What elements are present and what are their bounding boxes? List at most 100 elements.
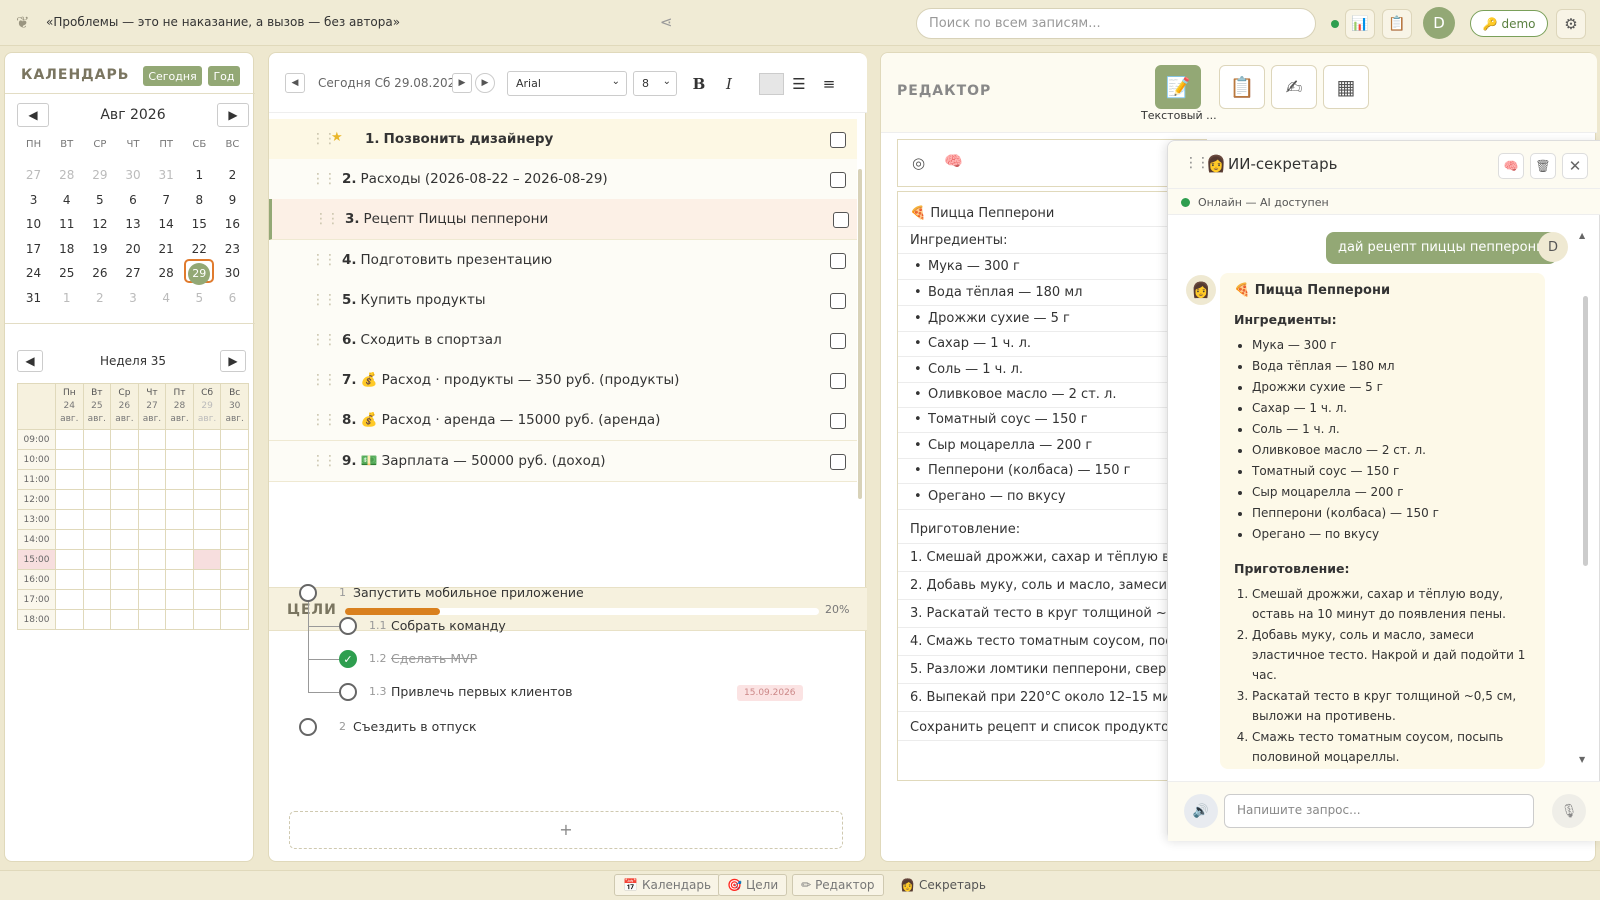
calendar-day[interactable]: 27 [116, 261, 149, 285]
calendar-day[interactable]: 10 [17, 212, 50, 236]
calendar-day[interactable]: 11 [50, 212, 83, 236]
clipboard-icon[interactable]: 📋 [1382, 9, 1412, 39]
hour-slot[interactable] [165, 529, 194, 550]
calendar-day[interactable]: 28 [150, 261, 183, 285]
text-mode-button[interactable]: 📝 [1155, 65, 1201, 109]
goal-checkbox[interactable] [339, 683, 357, 701]
hour-slot[interactable] [110, 549, 139, 570]
hour-slot[interactable] [137, 489, 167, 510]
calendar-day[interactable]: 18 [50, 237, 83, 261]
hour-slot[interactable] [220, 489, 249, 510]
goal-text[interactable]: Запустить мобильное приложение [353, 585, 584, 600]
drag-handle-icon[interactable]: ⋮⋮ [314, 211, 340, 227]
goal-checkbox[interactable] [299, 584, 317, 602]
hour-slot[interactable] [82, 449, 112, 470]
drag-handle-icon[interactable]: ⋮⋮ [311, 171, 337, 187]
task-checkbox[interactable] [830, 292, 846, 309]
hour-slot[interactable] [192, 449, 222, 470]
calendar-day[interactable]: 31 [150, 163, 183, 187]
hour-slot[interactable] [55, 569, 84, 590]
ai-query-input[interactable] [1224, 794, 1534, 828]
hour-slot[interactable] [165, 589, 194, 610]
add-goal-button[interactable]: + [289, 811, 843, 849]
hour-slot[interactable] [137, 509, 167, 530]
calendar-day[interactable]: 2 [216, 163, 249, 187]
hour-slot[interactable] [192, 549, 222, 570]
drag-handle-icon[interactable]: ⋮⋮ [311, 453, 337, 469]
goal-text[interactable]: Сделать MVP [391, 651, 477, 666]
hour-slot[interactable] [137, 449, 167, 470]
task-checkbox[interactable] [830, 132, 846, 148]
calendar-day[interactable]: 5 [83, 188, 116, 212]
align-center-icon[interactable]: ≡ [817, 71, 841, 96]
italic-button[interactable]: I [717, 71, 741, 96]
hour-slot[interactable] [110, 589, 139, 610]
clipboard-mode-button[interactable]: 📋 [1219, 65, 1265, 109]
stats-chart-icon[interactable]: 📊 [1345, 9, 1375, 39]
task-checkbox[interactable] [830, 252, 846, 269]
hour-slot[interactable] [192, 609, 222, 630]
scroll-down-icon[interactable]: ▼ [1579, 755, 1585, 764]
calendar-day[interactable]: 3 [17, 188, 50, 212]
drag-handle-icon[interactable]: ⋮⋮ [311, 372, 337, 388]
task-row[interactable]: ⋮⋮ 3. Рецепт Пиццы пепперони [269, 199, 857, 241]
hour-slot[interactable] [82, 489, 112, 510]
hour-slot[interactable] [192, 429, 222, 450]
task-checkbox[interactable] [830, 172, 846, 189]
settings-gear-icon[interactable]: ⚙ [1556, 9, 1586, 39]
drag-handle-icon[interactable]: ⋮⋮ [1184, 155, 1210, 171]
hour-slot[interactable] [220, 609, 249, 630]
calendar-day[interactable]: 30 [216, 261, 249, 285]
calendar-day[interactable]: 24 [17, 261, 50, 285]
task-row[interactable]: ⋮⋮ 2. Расходы (2026-08-22 – 2026-08-29) [269, 159, 857, 201]
hour-slot[interactable] [110, 449, 139, 470]
share-icon[interactable]: ⋖ [660, 13, 673, 31]
hour-slot[interactable] [82, 609, 112, 630]
task-row[interactable]: ⋮⋮ 9. 💵 Зарплата — 50000 руб. (доход) [269, 440, 857, 482]
calendar-day[interactable]: 8 [183, 188, 216, 212]
hour-slot[interactable] [55, 489, 84, 510]
hour-slot[interactable] [165, 509, 194, 530]
hour-slot[interactable] [220, 429, 249, 450]
color-picker[interactable] [759, 73, 784, 95]
goal-text[interactable]: Собрать команду [391, 618, 506, 633]
hour-slot[interactable] [110, 609, 139, 630]
hour-slot[interactable] [110, 529, 139, 550]
calendar-day[interactable]: 12 [83, 212, 116, 236]
scroll-up-icon[interactable]: ▲ [1579, 231, 1585, 240]
hour-slot[interactable] [110, 489, 139, 510]
hour-slot[interactable] [137, 549, 167, 570]
demo-button[interactable]: 🔑 demo [1470, 10, 1548, 37]
brain-icon[interactable]: 🧠 [944, 152, 963, 170]
calendar-day[interactable]: 1 [183, 163, 216, 187]
speaker-icon[interactable]: 🔊 [1184, 794, 1218, 828]
calendar-day[interactable]: 17 [17, 237, 50, 261]
hour-slot[interactable] [165, 429, 194, 450]
hour-slot[interactable] [110, 469, 139, 490]
task-row[interactable]: ⋮⋮ 6. Сходить в спортзал [269, 320, 857, 361]
tab-secretary[interactable]: 👩 Секретарь [892, 874, 994, 896]
task-checkbox[interactable] [830, 413, 846, 430]
drag-handle-icon[interactable]: ⋮⋮ [311, 292, 337, 308]
calendar-day[interactable]: 26 [83, 261, 116, 285]
hour-slot[interactable] [137, 609, 167, 630]
hour-slot[interactable] [192, 489, 222, 510]
hour-slot[interactable] [137, 569, 167, 590]
hour-slot[interactable] [165, 569, 194, 590]
calendar-day[interactable]: 4 [50, 188, 83, 212]
close-icon[interactable]: ✕ [1562, 153, 1588, 179]
next-day-button[interactable]: ▶ [452, 73, 472, 93]
goal-checkbox[interactable]: ✓ [339, 650, 357, 668]
align-left-icon[interactable]: ☰ [787, 71, 811, 96]
bold-button[interactable]: B [687, 71, 711, 96]
hour-slot[interactable] [55, 609, 84, 630]
goal-checkbox[interactable] [339, 617, 357, 635]
calendar-day[interactable]: 9 [216, 188, 249, 212]
tab-calendar[interactable]: 📅 Календарь [614, 874, 721, 896]
drag-handle-icon[interactable]: ⋮⋮ [311, 332, 337, 348]
editor-document[interactable]: 🍕 Пицца ПепперониИнгредиенты:Мука — 300 … [897, 191, 1197, 781]
hour-slot[interactable] [55, 529, 84, 550]
hour-slot[interactable] [165, 609, 194, 630]
font-size-select[interactable]: 8 ⌄ [633, 71, 677, 96]
hour-slot[interactable] [55, 469, 84, 490]
